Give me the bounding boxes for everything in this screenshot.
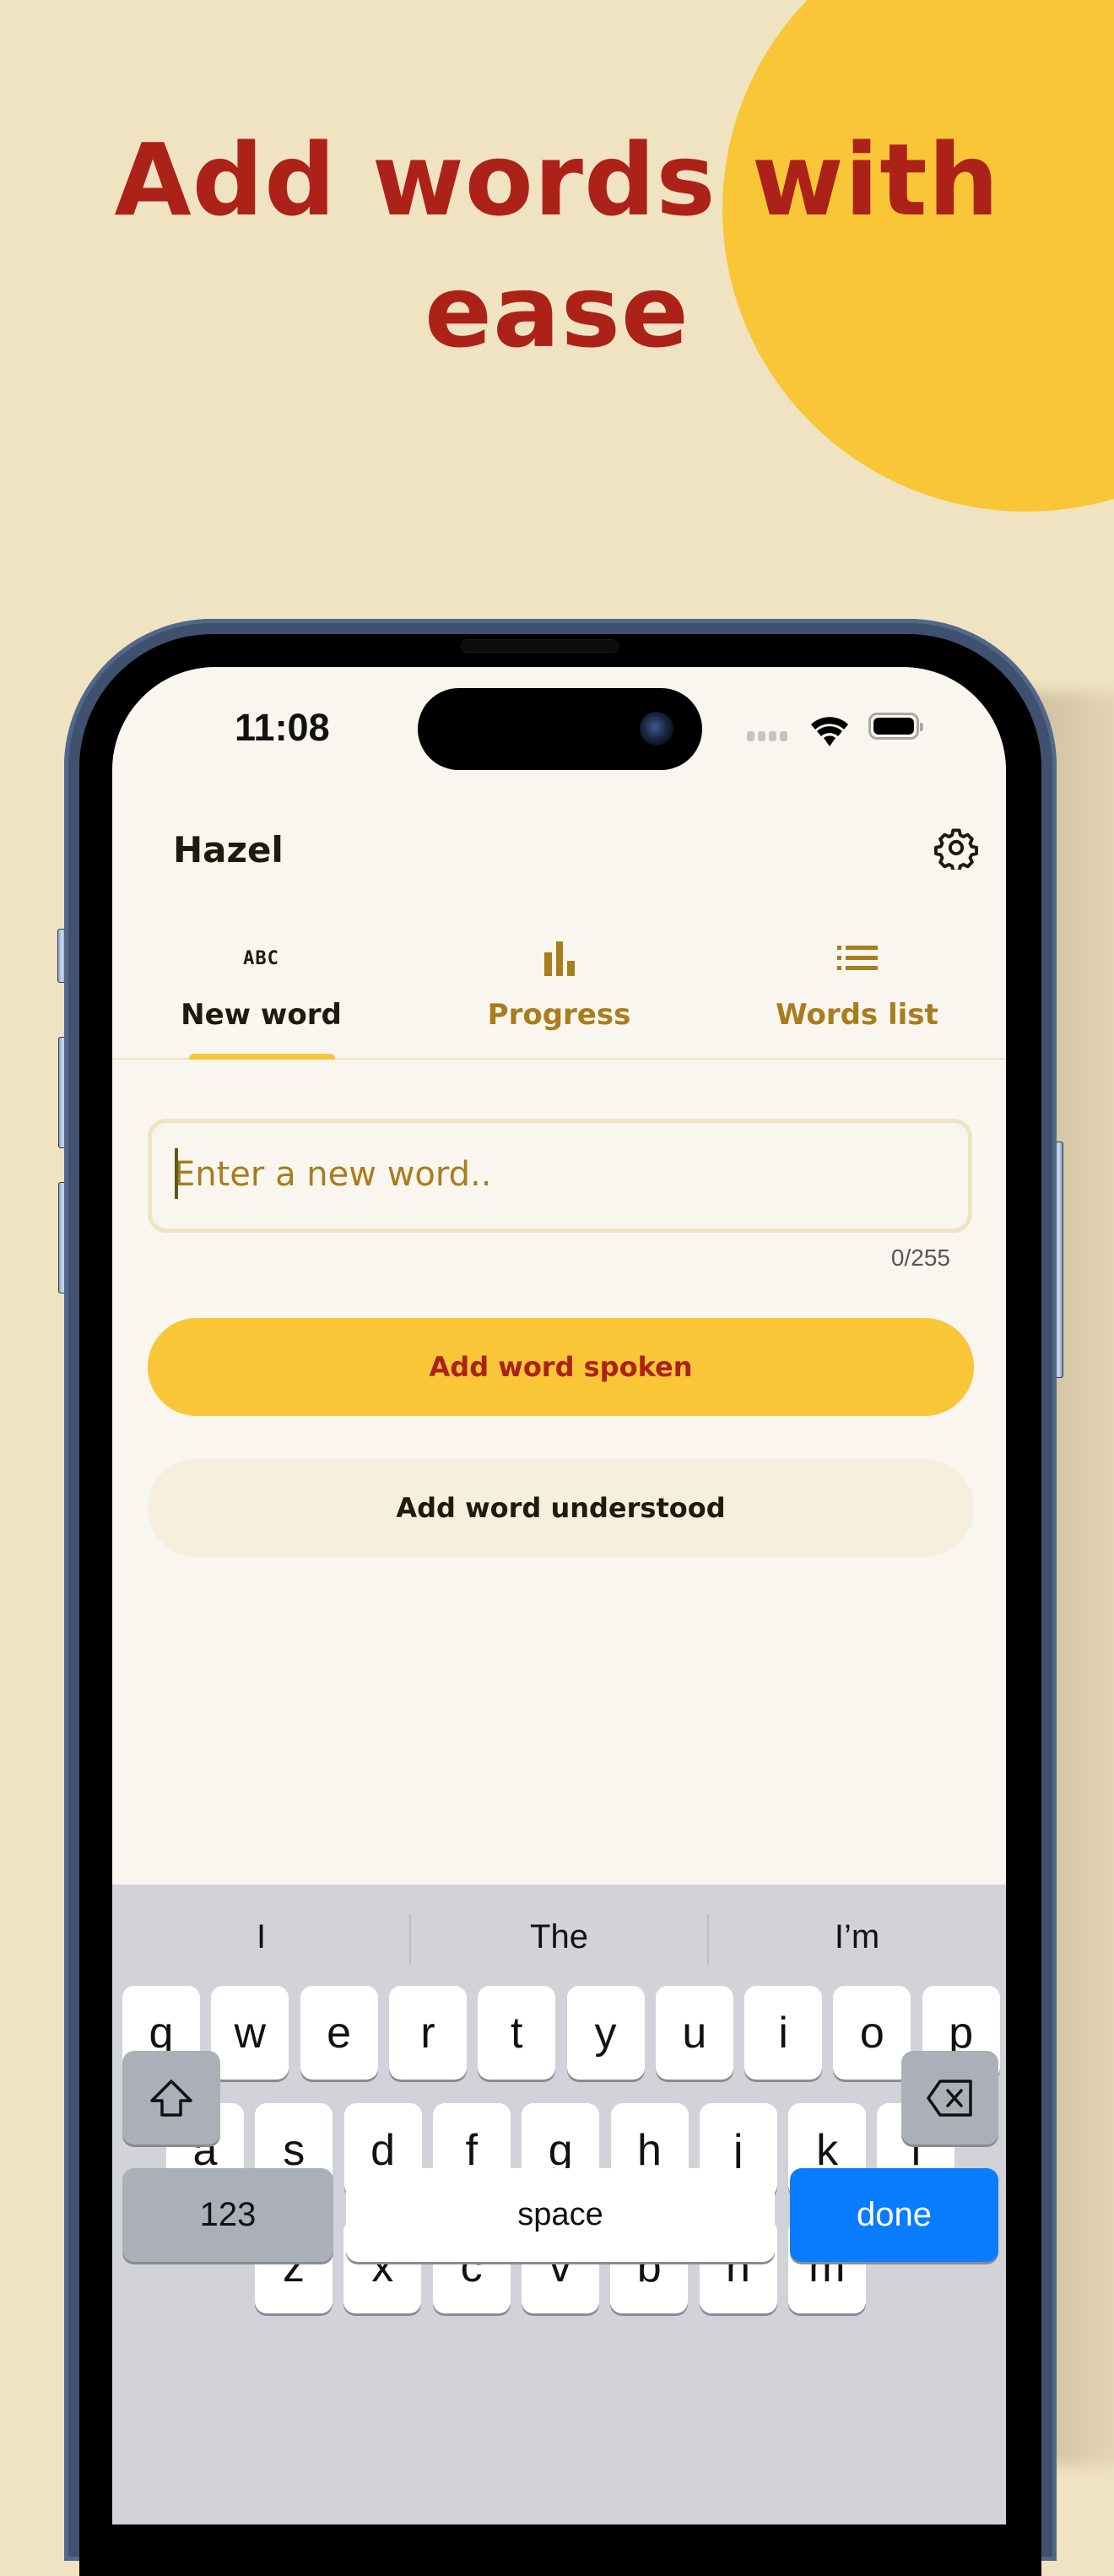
key-y[interactable]: y [566,1986,645,2080]
shift-icon [150,2079,192,2117]
numbers-key[interactable]: 123 [122,2168,333,2262]
key-w[interactable]: w [211,1986,289,2080]
key-i[interactable]: i [744,1986,823,2080]
dynamic-island [418,688,702,770]
tab-progress[interactable]: Progress [410,929,708,1058]
tab-label: Progress [487,998,631,1032]
promo-headline: Add words with ease [0,114,1114,377]
shift-key[interactable] [122,2051,220,2145]
key-u[interactable]: u [655,1986,733,2080]
app-title: Hazel [173,829,284,870]
add-word-understood-button[interactable]: Add word understood [148,1459,974,1557]
front-camera [640,712,673,746]
headline-line-2: ease [425,253,689,370]
abc-icon: ABC [243,947,279,969]
bar-chart-icon [543,941,575,976]
tab-bar: ABC New word Progress Words list [112,929,1006,1060]
tab-new-word[interactable]: ABC New word [112,929,410,1060]
add-word-spoken-button[interactable]: Add word spoken [148,1318,974,1416]
list-icon [836,946,878,970]
suggestion-3[interactable]: I’m [708,1885,1006,1990]
key-e[interactable]: e [300,1986,378,2080]
done-key[interactable]: done [790,2168,998,2262]
key-r[interactable]: r [388,1986,467,2080]
tab-words-list[interactable]: Words list [708,929,1006,1058]
battery-icon [868,713,923,740]
gear-icon[interactable] [934,826,978,870]
delete-key[interactable] [901,2051,998,2145]
key-o[interactable]: o [833,1986,911,2080]
key-t[interactable]: t [478,1986,556,2080]
character-counter: 0/255 [890,1245,950,1271]
text-caret [175,1148,178,1199]
tab-label: New word [181,998,342,1032]
status-time: 11:08 [235,706,330,749]
headline-line-1: Add words with [114,122,1000,238]
input-placeholder: Enter a new word.. [174,1155,492,1194]
cellular-signal-icon [747,731,787,741]
phone-screen: 11:08 Hazel ABC New word Progress Words … [112,667,1006,2524]
on-screen-keyboard: I The I’m qwertyuiop asdfghjkl zxcvbnm 1… [112,1885,1006,2524]
backspace-icon [926,2079,972,2117]
earpiece-speaker [461,639,619,653]
space-key[interactable]: space [346,2168,775,2262]
new-word-input[interactable]: Enter a new word.. [148,1119,972,1233]
wifi-icon [811,717,848,746]
suggestion-2[interactable]: The [410,1885,708,1990]
active-tab-indicator [189,1054,335,1060]
suggestion-1[interactable]: I [112,1885,410,1990]
tab-label: Words list [776,998,938,1032]
